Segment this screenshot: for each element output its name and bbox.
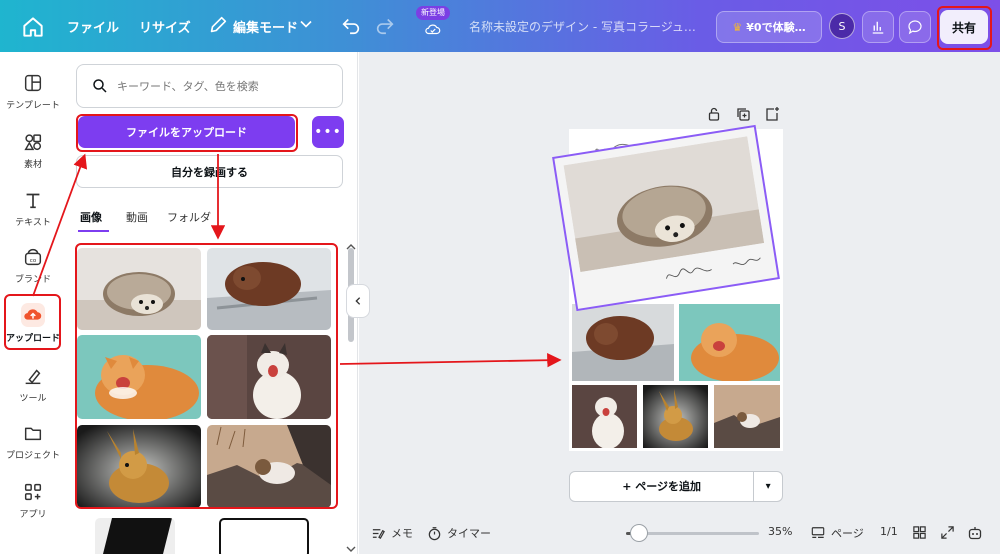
rail-item-upload[interactable]: アップロード — [0, 298, 66, 354]
zoom-percentage[interactable]: 35% — [768, 525, 792, 538]
chevron-down-icon[interactable]: ▾ — [754, 481, 782, 492]
top-bar: ファイル リサイズ 編集モード 新登場 名称未設定のデザイン - 写真コラージュ… — [0, 0, 1000, 52]
image-thumbnail-dog-rocks[interactable] — [207, 425, 331, 508]
tab-images[interactable]: 画像 — [80, 209, 102, 225]
pages-icon — [811, 527, 825, 538]
collage-polaroid-hedgehog[interactable] — [552, 124, 780, 312]
upload-files-button[interactable]: ファイルをアップロード — [78, 116, 295, 148]
file-menu[interactable]: ファイル — [67, 17, 119, 36]
svg-text:co: co — [30, 258, 37, 264]
rail-label: プロジェクト — [5, 451, 60, 461]
rail-item-projects[interactable]: プロジェクト — [0, 416, 66, 472]
left-rail: テンプレート 素材 テキスト co ブランド アップロード ツール プロジェクト… — [0, 52, 66, 554]
add-page-icon[interactable] — [764, 106, 780, 122]
zoom-slider-handle[interactable] — [630, 524, 648, 542]
rail-item-text[interactable]: テキスト — [0, 183, 66, 239]
lock-icon[interactable] — [706, 106, 722, 122]
timer-button[interactable]: タイマー — [427, 525, 491, 541]
assistant-icon[interactable] — [967, 525, 983, 541]
elements-icon — [24, 134, 42, 151]
template-icon — [24, 74, 42, 92]
hedgehog-photo — [563, 136, 765, 273]
avatar[interactable]: S — [829, 13, 855, 39]
home-icon[interactable] — [20, 14, 46, 40]
record-yourself-button[interactable]: 自分を録画する — [76, 155, 343, 188]
pencil-icon — [207, 14, 231, 38]
timer-label: タイマー — [447, 527, 491, 540]
page-counter: 1/1 — [880, 525, 898, 538]
upload-panel: ファイルをアップロード ••• 自分を録画する 画像 動画 フォルダ — [66, 52, 358, 554]
edit-mode-dropdown[interactable]: 編集モード — [233, 17, 298, 36]
rail-label: アプリ — [19, 510, 47, 520]
image-thumbnail-cat-yawn[interactable] — [77, 335, 201, 419]
bar-chart-icon — [872, 21, 884, 34]
rail-label: ツール — [19, 394, 47, 404]
notes-label: メモ — [391, 527, 413, 540]
rail-item-elements[interactable]: 素材 — [0, 125, 66, 181]
trial-button-label: ¥0で体験… — [746, 21, 806, 34]
tab-videos[interactable]: 動画 — [126, 209, 148, 225]
rail-item-apps[interactable]: アプリ — [0, 475, 66, 531]
active-tab-indicator — [78, 230, 109, 232]
rail-item-templates[interactable]: テンプレート — [0, 66, 66, 122]
notes-icon — [372, 528, 385, 539]
apps-icon — [24, 483, 42, 501]
collage-photo-rabbit[interactable] — [643, 385, 708, 448]
search-icon — [93, 79, 107, 93]
text-icon — [26, 193, 40, 209]
rail-label: アップロード — [5, 334, 60, 344]
rail-item-brand[interactable]: co ブランド — [0, 240, 66, 296]
analytics-button[interactable] — [862, 11, 894, 43]
projects-icon — [24, 427, 42, 441]
share-button[interactable]: 共有 — [940, 10, 988, 44]
image-thumbnail-rabbit[interactable] — [77, 425, 201, 508]
crown-icon: ♛ — [732, 20, 743, 34]
rail-item-tools[interactable]: ツール — [0, 359, 66, 415]
comment-icon — [908, 20, 922, 35]
image-thumbnail-partial-2[interactable] — [219, 518, 309, 554]
duplicate-page-icon[interactable] — [735, 106, 751, 122]
new-badge: 新登場 — [416, 6, 450, 20]
collage-photo-dog-rocks[interactable] — [714, 385, 780, 448]
rail-label: テキスト — [15, 218, 51, 228]
fullscreen-icon[interactable] — [940, 525, 955, 540]
undo-icon[interactable] — [340, 14, 364, 38]
add-page-button[interactable]: + ページを追加 ▾ — [569, 471, 783, 502]
image-thumbnail-cat-meow[interactable] — [207, 335, 331, 419]
collapse-panel-button[interactable] — [346, 284, 370, 318]
document-title[interactable]: 名称未設定のデザイン - 写真コラージュ（… — [469, 18, 699, 35]
image-thumbnail-dog-laptop[interactable] — [207, 248, 331, 330]
scroll-down-icon[interactable] — [346, 538, 356, 552]
more-options-button[interactable]: ••• — [312, 116, 344, 148]
collage-photo-cat[interactable] — [679, 304, 780, 381]
bottom-bar: メモ タイマー 35% ページ 1/1 — [359, 512, 1000, 554]
image-thumbnail-hedgehog[interactable] — [77, 248, 201, 330]
brand-icon: co — [24, 248, 42, 266]
rail-label: テンプレート — [6, 101, 60, 111]
resize-menu[interactable]: リサイズ — [139, 17, 191, 36]
collage-photo-cat-meow[interactable] — [572, 385, 637, 448]
notes-button[interactable]: メモ — [371, 525, 413, 541]
rail-label: ブランド — [14, 275, 51, 285]
chevron-down-icon[interactable] — [296, 14, 320, 38]
cloud-saved-icon[interactable] — [422, 20, 446, 44]
rail-label: 素材 — [23, 160, 42, 170]
pages-button[interactable]: ページ — [810, 525, 864, 541]
pages-label: ページ — [831, 527, 864, 540]
tools-icon — [25, 369, 41, 385]
search-box[interactable] — [76, 64, 343, 108]
tab-folders[interactable]: フォルダ — [167, 209, 211, 225]
scroll-up-icon[interactable] — [346, 236, 356, 250]
trial-button[interactable]: ♛ ¥0で体験… — [716, 11, 822, 43]
collage-photo-dog[interactable] — [572, 304, 674, 381]
image-thumbnail-partial-1[interactable] — [95, 518, 175, 554]
comment-button[interactable] — [899, 11, 931, 43]
timer-icon — [428, 526, 441, 540]
search-input[interactable] — [117, 79, 317, 93]
add-page-label: + ページを追加 — [570, 472, 755, 501]
chevron-left-icon — [355, 297, 361, 305]
redo-icon[interactable] — [374, 14, 398, 38]
upload-icon — [21, 303, 45, 327]
grid-view-icon[interactable] — [912, 525, 927, 540]
